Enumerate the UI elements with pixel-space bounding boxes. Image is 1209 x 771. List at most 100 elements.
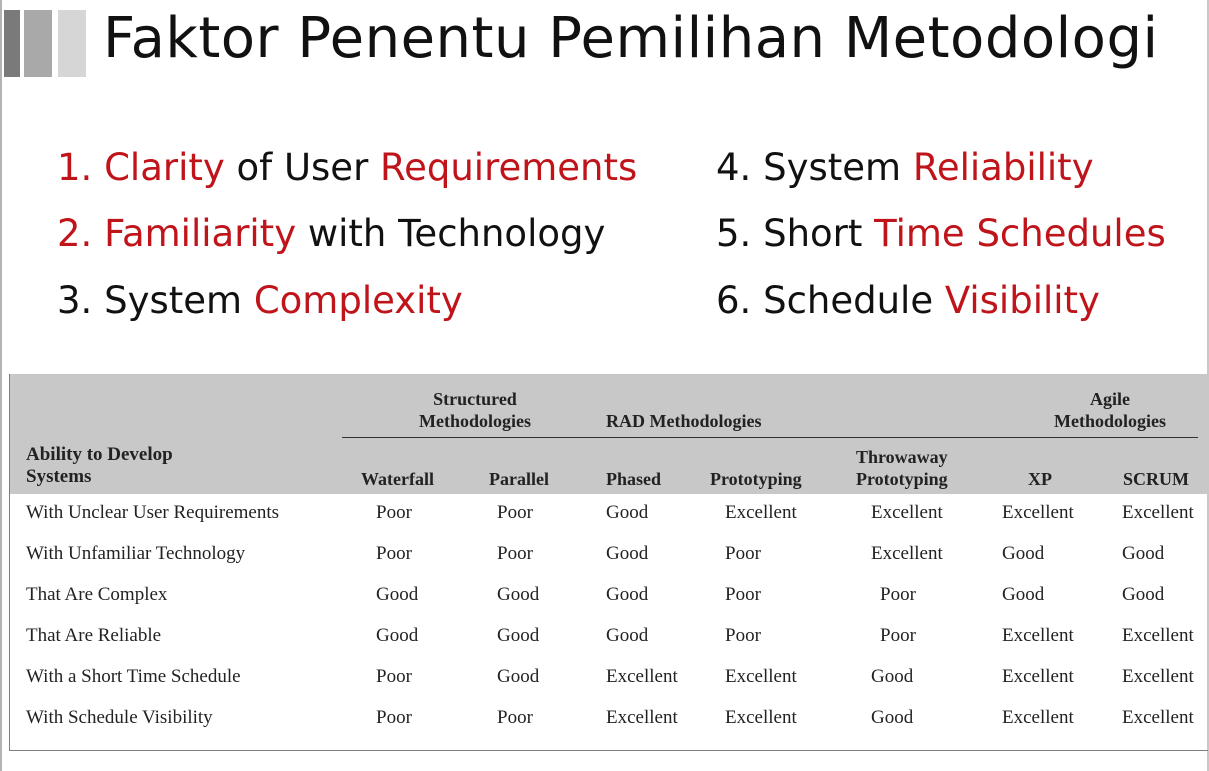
- ability-header: Ability to Develop Systems: [26, 444, 173, 487]
- table-cell: Poor: [376, 666, 412, 687]
- table-cell: Excellent: [1122, 625, 1194, 646]
- table-cell: Good: [376, 584, 419, 605]
- factor-text: of User: [224, 146, 381, 189]
- table-cell: Excellent: [1122, 502, 1194, 523]
- table-cell: Excellent: [606, 666, 678, 687]
- table-cell: Good: [606, 543, 649, 564]
- table-row: With a Short Time Schedule Poor Good Excell…: [10, 665, 1208, 706]
- factor-number: 6.: [716, 279, 764, 322]
- table-cell: Excellent: [1122, 707, 1194, 728]
- row-label: That Are Complex: [26, 584, 168, 605]
- factor-item-3: 3. System Complexity: [57, 279, 463, 322]
- col-phased: Phased: [606, 469, 662, 489]
- table-cell: Poor: [497, 502, 533, 523]
- methodology-table: Structured Methodologies RAD Methodologie…: [9, 374, 1208, 751]
- table-cell: Good: [1122, 584, 1165, 605]
- table-row: That Are Reliable Good Good Good Poor Poor Exc…: [10, 624, 1208, 665]
- factor-item-6: 6. Schedule Visibility: [716, 279, 1100, 322]
- factor-text: with Technology: [296, 212, 606, 255]
- table-cell: Excellent: [606, 707, 678, 728]
- table-cell: Poor: [880, 625, 916, 646]
- factor-number: 5.: [716, 212, 764, 255]
- group-structured-underline: [342, 437, 604, 438]
- table-cell: Good: [1002, 543, 1045, 564]
- col-prototyping: Prototyping: [710, 469, 802, 489]
- factor-keyword: Familiarity: [104, 212, 297, 255]
- table-cell: Excellent: [871, 543, 943, 564]
- table-cell: Excellent: [1122, 666, 1194, 687]
- factor-number: 1.: [57, 146, 105, 189]
- row-label: With Schedule Visibility: [26, 707, 213, 728]
- col-xp: XP: [1028, 469, 1052, 489]
- slide-title: Faktor Penentu Pemilihan Metodologi: [103, 6, 1159, 71]
- factor-number: 4.: [716, 146, 764, 189]
- row-label: With Unfamiliar Technology: [26, 543, 246, 564]
- group-rad: RAD Methodologies: [606, 411, 762, 431]
- title-accent-bar-light: [58, 10, 86, 77]
- group-agile: Agile Methodologies: [1054, 389, 1166, 431]
- table-cell: Excellent: [725, 666, 797, 687]
- table-cell: Good: [871, 707, 914, 728]
- factor-keyword: Requirements: [380, 146, 638, 189]
- factor-item-5: 5. Short Time Schedules: [716, 212, 1166, 255]
- table-cell: Poor: [725, 584, 761, 605]
- factor-item-4: 4. System Reliability: [716, 146, 1094, 189]
- table-row: With Unclear User Requirements Poor Poor Go…: [10, 501, 1208, 542]
- table-cell: Good: [1122, 543, 1165, 564]
- group-structured: Structured Methodologies: [419, 389, 531, 431]
- factor-text: Schedule: [763, 279, 945, 322]
- table-cell: Good: [497, 666, 540, 687]
- table-cell: Excellent: [871, 502, 943, 523]
- table-cell: Poor: [880, 584, 916, 605]
- col-waterfall: Waterfall: [361, 469, 434, 489]
- col-scrum: SCRUM: [1123, 469, 1189, 489]
- table-cell: Excellent: [725, 502, 797, 523]
- group-agile-underline: [1044, 437, 1198, 438]
- table-row: With Schedule Visibility Poor Poor Excellen…: [10, 706, 1208, 747]
- table-cell: Good: [606, 625, 649, 646]
- table-cell: Excellent: [1002, 707, 1074, 728]
- table-cell: Excellent: [725, 707, 797, 728]
- table-cell: Good: [606, 502, 649, 523]
- row-label: With a Short Time Schedule: [26, 666, 241, 687]
- table-cell: Excellent: [1002, 625, 1074, 646]
- factor-item-2: 2. Familiarity with Technology: [57, 212, 605, 255]
- table-cell: Good: [871, 666, 914, 687]
- factor-number: 2.: [57, 212, 105, 255]
- table-cell: Poor: [376, 543, 412, 564]
- table-cell: Good: [497, 584, 540, 605]
- table-row: With Unfamiliar Technology Poor Poor Good Po…: [10, 542, 1208, 583]
- col-parallel: Parallel: [489, 469, 549, 489]
- factor-item-1: 1. Clarity of User Requirements: [57, 146, 637, 189]
- slide-frame-left: [0, 0, 2, 771]
- table-cell: Good: [376, 625, 419, 646]
- title-accent-bar-mid: [24, 10, 52, 77]
- col-throwaway-prototyping: Throwaway Prototyping: [856, 447, 948, 489]
- factor-text: System: [763, 146, 913, 189]
- table-row: That Are Complex Good Good Good Poor Poor Good…: [10, 583, 1208, 624]
- table-cell: Poor: [497, 707, 533, 728]
- table-cell: Good: [497, 625, 540, 646]
- factor-text: Short: [763, 212, 875, 255]
- table-cell: Poor: [725, 625, 761, 646]
- factor-keyword: Clarity: [104, 146, 225, 189]
- factor-keyword: Time Schedules: [874, 212, 1166, 255]
- table-cell: Excellent: [1002, 502, 1074, 523]
- table-cell: Poor: [376, 502, 412, 523]
- factor-keyword: Reliability: [912, 146, 1094, 189]
- group-rad-underline: [604, 437, 1044, 438]
- row-label: With Unclear User Requirements: [26, 502, 280, 523]
- factor-keyword: Complexity: [253, 279, 463, 322]
- factor-keyword: Visibility: [944, 279, 1100, 322]
- table-cell: Excellent: [1002, 666, 1074, 687]
- factor-text: System: [104, 279, 254, 322]
- table-header: Structured Methodologies RAD Methodologie…: [10, 374, 1208, 494]
- row-label: That Are Reliable: [26, 625, 162, 646]
- table-cell: Poor: [376, 707, 412, 728]
- title-accent-bar-dark: [4, 10, 20, 77]
- factor-number: 3.: [57, 279, 105, 322]
- table-cell: Poor: [725, 543, 761, 564]
- table-cell: Good: [1002, 584, 1045, 605]
- table-cell: Poor: [497, 543, 533, 564]
- table-cell: Good: [606, 584, 649, 605]
